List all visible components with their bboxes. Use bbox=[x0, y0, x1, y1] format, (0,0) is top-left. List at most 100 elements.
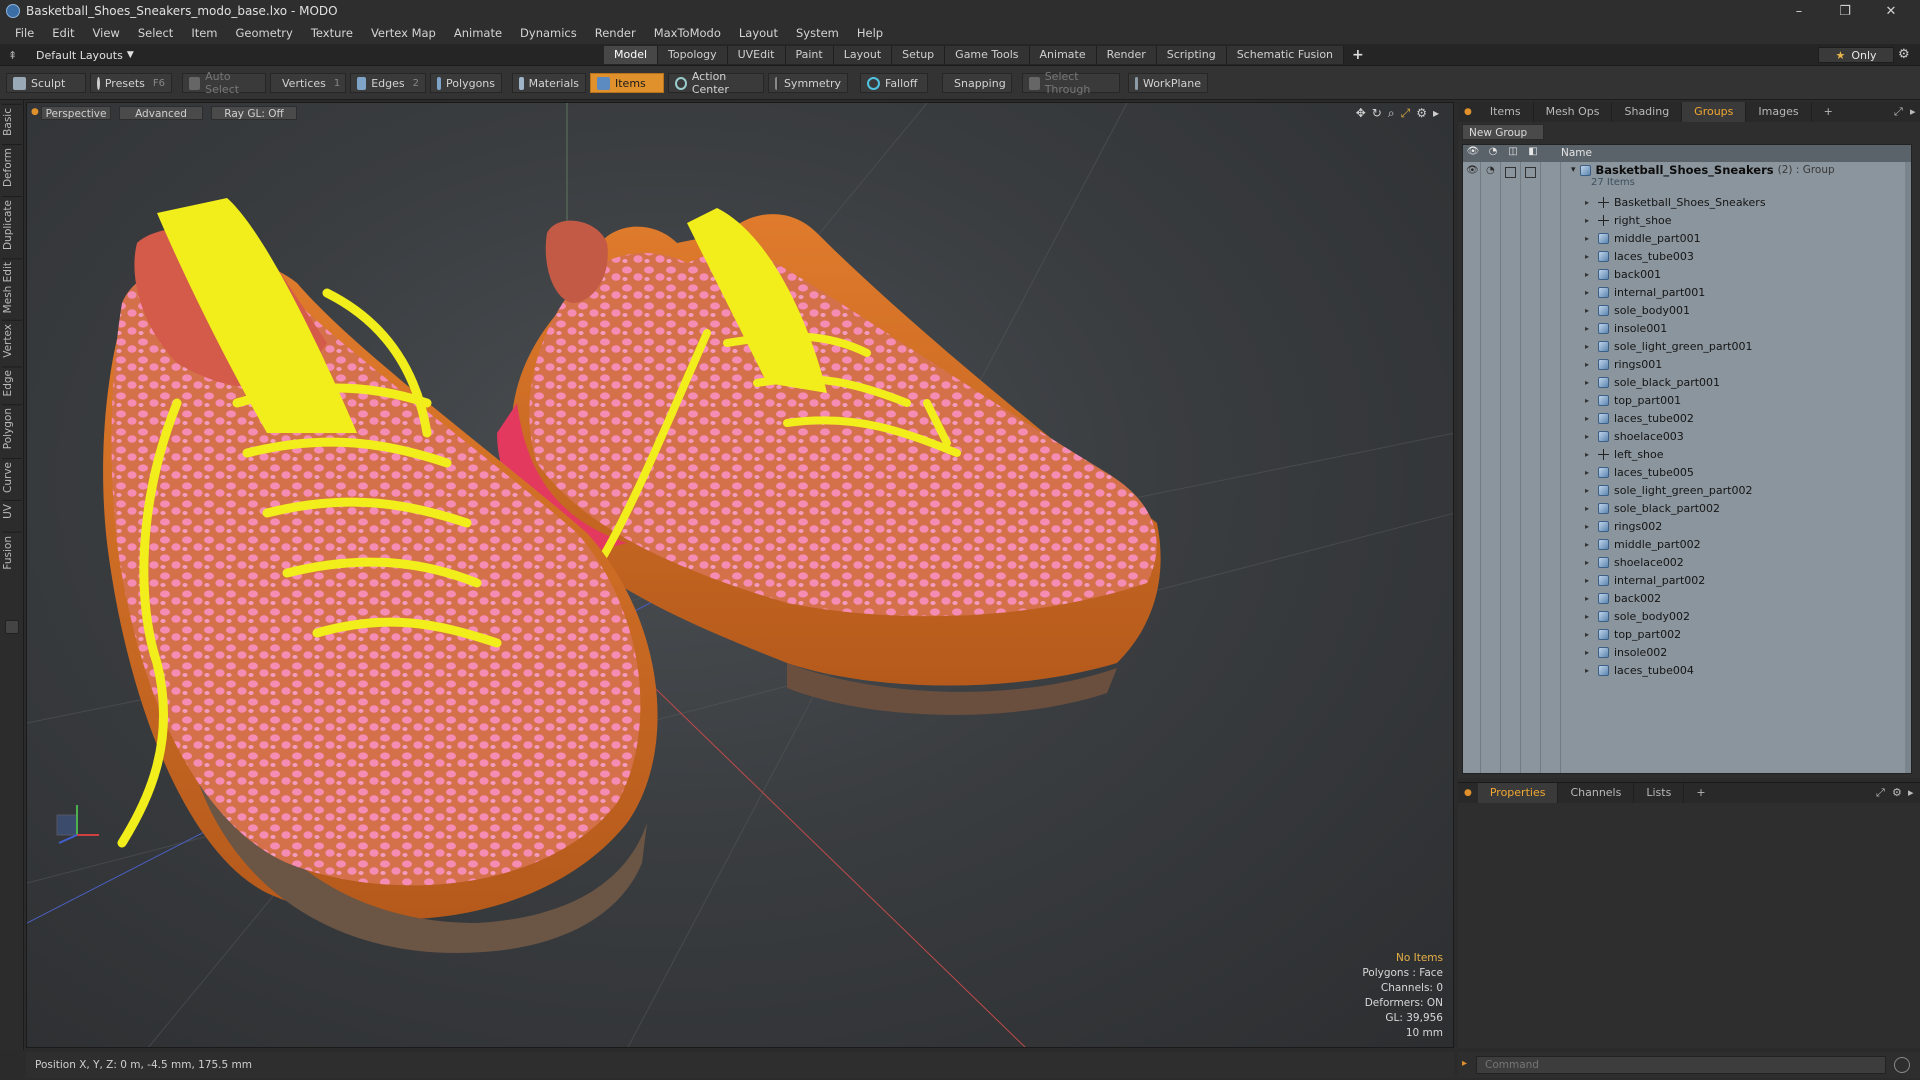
vtab-edge[interactable]: Edge bbox=[2, 366, 22, 400]
menu-geometry[interactable]: Geometry bbox=[227, 22, 302, 44]
tab-schematic-fusion[interactable]: Schematic Fusion bbox=[1226, 46, 1345, 64]
group-tree[interactable]: 👁 ◔ ◫ ◧ Name 👁 ◔ ▾ Basketball_Shoes_Snea… bbox=[1462, 144, 1912, 774]
properties-settings-icon[interactable]: ⚙ bbox=[1892, 786, 1902, 799]
viewport-scene[interactable] bbox=[27, 103, 1454, 1048]
symmetry-button[interactable]: Symmetry bbox=[768, 73, 848, 93]
expand-item-icon[interactable]: ▸ bbox=[1585, 468, 1594, 477]
list-item[interactable]: ▸ internal_part002 bbox=[1585, 571, 1705, 589]
list-item[interactable]: ▸ internal_part001 bbox=[1585, 283, 1705, 301]
properties-collapse-icon[interactable]: ▸ bbox=[1908, 786, 1914, 799]
ray-gl-button[interactable]: Ray GL: Off bbox=[211, 106, 297, 120]
menu-system[interactable]: System bbox=[787, 22, 848, 44]
tab-uvedit[interactable]: UVEdit bbox=[727, 46, 786, 64]
expand-item-icon[interactable]: ▸ bbox=[1585, 324, 1594, 333]
tab-game-tools[interactable]: Game Tools bbox=[945, 46, 1030, 64]
vtab-vertex[interactable]: Vertex bbox=[2, 320, 22, 361]
tab-paint[interactable]: Paint bbox=[785, 46, 834, 64]
menu-edit[interactable]: Edit bbox=[43, 22, 83, 44]
menu-vertex-map[interactable]: Vertex Map bbox=[362, 22, 445, 44]
list-item[interactable]: ▸ insole002 bbox=[1585, 643, 1667, 661]
expand-item-icon[interactable]: ▸ bbox=[1585, 396, 1594, 405]
tab-images[interactable]: Images bbox=[1746, 102, 1812, 122]
tab-layout[interactable]: Layout bbox=[833, 46, 893, 64]
vtab-curve[interactable]: Curve bbox=[2, 458, 22, 496]
tab-mesh-ops[interactable]: Mesh Ops bbox=[1534, 102, 1613, 122]
only-button[interactable]: ★ Only bbox=[1818, 47, 1894, 63]
list-item[interactable]: ▸ back001 bbox=[1585, 265, 1661, 283]
edges-button[interactable]: Edges 2 bbox=[350, 73, 426, 93]
list-item[interactable]: ▸ sole_black_part002 bbox=[1585, 499, 1720, 517]
expand-item-icon[interactable]: ▸ bbox=[1585, 270, 1594, 279]
tab-groups[interactable]: Groups bbox=[1682, 102, 1747, 122]
expand-item-icon[interactable]: ▸ bbox=[1585, 198, 1594, 207]
expand-item-icon[interactable]: ▸ bbox=[1585, 504, 1594, 513]
expand-item-icon[interactable]: ▸ bbox=[1585, 540, 1594, 549]
rotate-icon[interactable]: ↻ bbox=[1372, 106, 1382, 121]
menu-file[interactable]: File bbox=[6, 22, 43, 44]
vertices-button[interactable]: Vertices 1 bbox=[270, 73, 346, 93]
group-select-checkbox[interactable] bbox=[1525, 167, 1536, 178]
expand-item-icon[interactable]: ▸ bbox=[1585, 558, 1594, 567]
falloff-button[interactable]: Falloff bbox=[860, 73, 928, 93]
vtab-basic[interactable]: Basic bbox=[2, 104, 22, 139]
expand-item-icon[interactable]: ▸ bbox=[1585, 288, 1594, 297]
presets-button[interactable]: Presets F6 bbox=[90, 73, 172, 93]
list-item[interactable]: ▸ laces_tube005 bbox=[1585, 463, 1694, 481]
list-item[interactable]: ▸ back002 bbox=[1585, 589, 1661, 607]
tab-items[interactable]: Items bbox=[1478, 102, 1534, 122]
lock-column-icon[interactable]: ◫ bbox=[1505, 146, 1521, 160]
tab-topology[interactable]: Topology bbox=[658, 46, 728, 64]
menu-animate[interactable]: Animate bbox=[445, 22, 511, 44]
group-eye-icon[interactable]: 👁 bbox=[1466, 165, 1479, 176]
add-tab-button[interactable]: + bbox=[1344, 46, 1372, 64]
expand-item-icon[interactable]: ▸ bbox=[1585, 234, 1594, 243]
select-through-button[interactable]: Select Through bbox=[1022, 70, 1120, 96]
list-item[interactable]: ▸ middle_part001 bbox=[1585, 229, 1701, 247]
list-item[interactable]: ▸ sole_black_part001 bbox=[1585, 373, 1720, 391]
sculpt-button[interactable]: Sculpt bbox=[6, 73, 86, 93]
viewport-expand-icon[interactable]: ▸ bbox=[1433, 106, 1439, 121]
close-button[interactable]: ✕ bbox=[1868, 0, 1914, 22]
list-item[interactable]: ▸ shoelace002 bbox=[1585, 553, 1684, 571]
expand-item-icon[interactable]: ▸ bbox=[1585, 522, 1594, 531]
expand-item-icon[interactable]: ▸ bbox=[1585, 648, 1594, 657]
group-lock-checkbox[interactable] bbox=[1505, 167, 1516, 178]
group-render-icon[interactable]: ◔ bbox=[1486, 165, 1495, 176]
shading-mode-button[interactable]: Advanced bbox=[119, 106, 203, 120]
tab-lists[interactable]: Lists bbox=[1634, 783, 1685, 803]
vtab-polygon[interactable]: Polygon bbox=[2, 404, 22, 453]
panel-menu-icon[interactable]: ● bbox=[1458, 107, 1478, 117]
viewport-menu-icon[interactable]: ● bbox=[31, 107, 39, 117]
expand-item-icon[interactable]: ▸ bbox=[1585, 594, 1594, 603]
view-type-button[interactable]: Perspective bbox=[41, 106, 111, 120]
collapse-group-icon[interactable]: ▾ bbox=[1571, 165, 1576, 175]
expand-item-icon[interactable]: ▸ bbox=[1585, 450, 1594, 459]
expand-item-icon[interactable]: ▸ bbox=[1585, 306, 1594, 315]
command-input[interactable] bbox=[1476, 1056, 1886, 1074]
list-item[interactable]: ▸ insole001 bbox=[1585, 319, 1667, 337]
materials-button[interactable]: Materials bbox=[512, 73, 586, 93]
expand-item-icon[interactable]: ▸ bbox=[1585, 378, 1594, 387]
tab-render[interactable]: Render bbox=[1096, 46, 1157, 64]
expand-item-icon[interactable]: ▸ bbox=[1585, 666, 1594, 675]
add-properties-tab-button[interactable]: + bbox=[1684, 783, 1717, 803]
minimize-button[interactable]: – bbox=[1776, 0, 1822, 22]
list-item[interactable]: ▸ middle_part002 bbox=[1585, 535, 1701, 553]
panel-expand-icon[interactable]: ⤢ bbox=[1894, 105, 1903, 119]
action-center-button[interactable]: Action Center bbox=[668, 70, 764, 96]
tab-animate[interactable]: Animate bbox=[1029, 46, 1097, 64]
restore-button[interactable]: ❐ bbox=[1822, 0, 1868, 22]
expand-item-icon[interactable]: ▸ bbox=[1585, 360, 1594, 369]
list-item[interactable]: ▸ sole_light_green_part002 bbox=[1585, 481, 1753, 499]
list-item[interactable]: ▸ shoelace003 bbox=[1585, 427, 1684, 445]
visibility-column-icon[interactable]: 👁 bbox=[1465, 146, 1481, 160]
expand-item-icon[interactable]: ▸ bbox=[1585, 486, 1594, 495]
workplane-button[interactable]: WorkPlane bbox=[1128, 73, 1208, 93]
menu-texture[interactable]: Texture bbox=[302, 22, 362, 44]
vtab-fusion[interactable]: Fusion bbox=[2, 532, 22, 573]
tab-properties[interactable]: Properties bbox=[1477, 783, 1559, 803]
list-item[interactable]: ▸ right_shoe bbox=[1585, 211, 1672, 229]
list-item[interactable]: ▸ sole_light_green_part001 bbox=[1585, 337, 1753, 355]
name-column-header[interactable]: Name bbox=[1561, 145, 1592, 162]
menu-dynamics[interactable]: Dynamics bbox=[511, 22, 586, 44]
